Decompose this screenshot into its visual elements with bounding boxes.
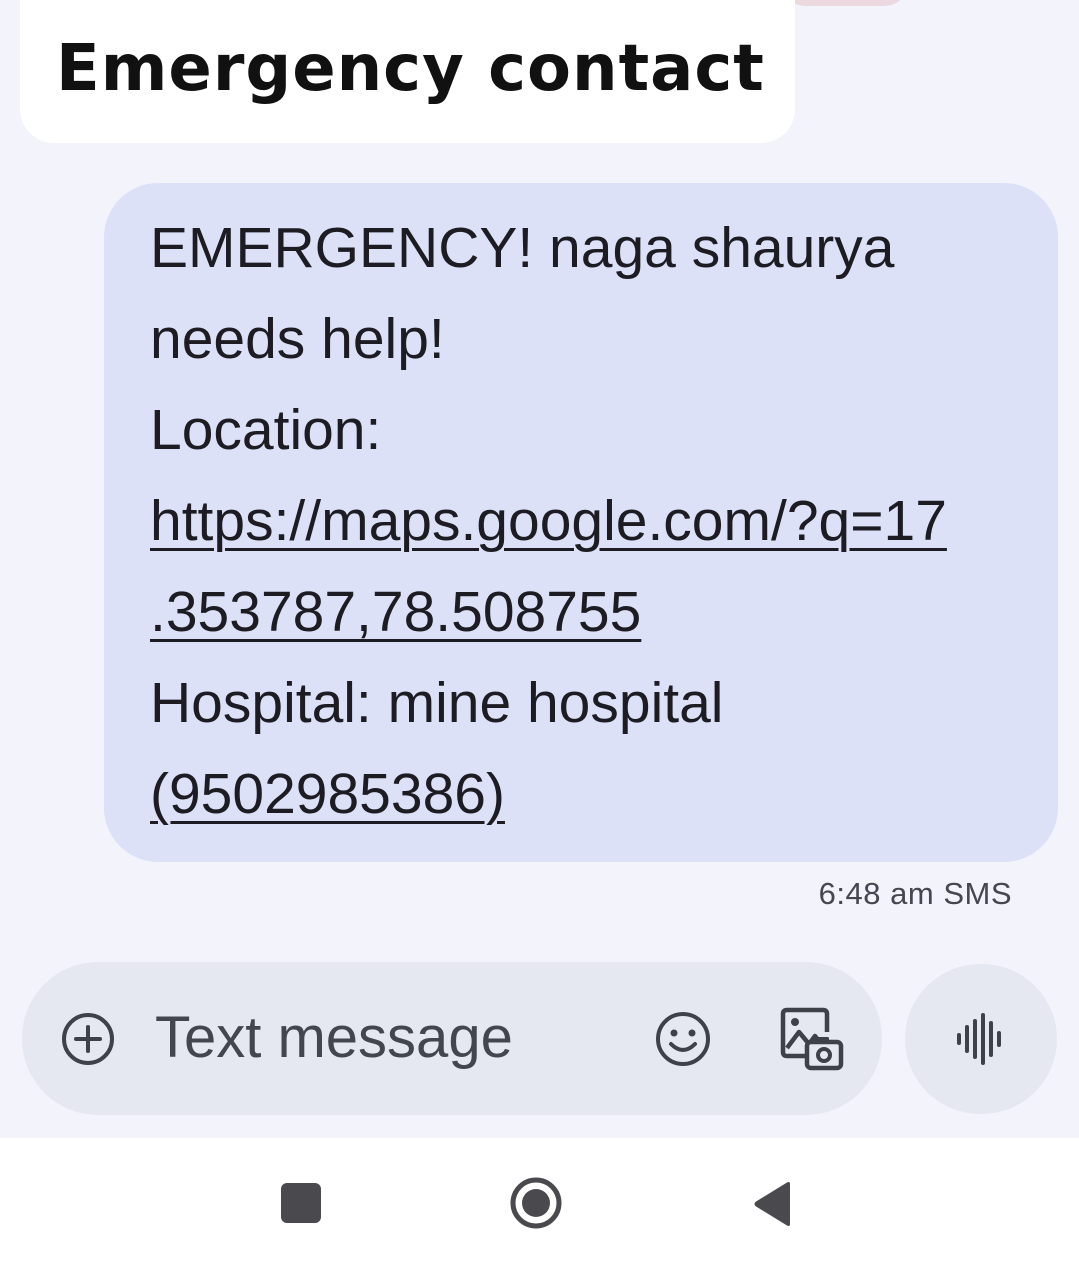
voice-button[interactable]: [905, 964, 1057, 1114]
top-edge-decoration: [780, 0, 910, 6]
gallery-icon[interactable]: [779, 1006, 845, 1072]
map-link-part-2[interactable]: .353787,78.508755: [150, 580, 641, 644]
plus-circle-icon[interactable]: [60, 1011, 116, 1067]
message-line-3: Location:: [150, 398, 382, 462]
caption-card: Emergency contact: [20, 0, 795, 143]
message-timestamp: 6:48 am: [818, 876, 935, 911]
hospital-line: Hospital: mine hospital: [150, 671, 724, 735]
message-channel: SMS: [943, 876, 1012, 911]
system-navbar: [0, 1138, 1079, 1268]
phone-link[interactable]: (9502985386): [150, 762, 505, 826]
text-message-input[interactable]: Text message: [155, 1002, 513, 1074]
message-line-1: EMERGENCY! naga shaurya: [150, 216, 895, 280]
message-meta: 6:48 am SMS: [819, 876, 1012, 912]
caption-title: Emergency contact: [56, 31, 765, 106]
compose-bar: Text message: [22, 962, 882, 1115]
home-icon[interactable]: [509, 1176, 563, 1230]
map-link-part-1[interactable]: https://maps.google.com/?q=17: [150, 489, 947, 553]
message-bubble[interactable]: EMERGENCY! naga shaurya needs help! Loca…: [104, 183, 1058, 862]
recent-apps-icon[interactable]: [281, 1183, 321, 1223]
emoji-icon[interactable]: [654, 1010, 712, 1068]
voice-waveform-icon: [957, 1013, 1001, 1065]
message-line-2: needs help!: [150, 307, 445, 371]
back-icon[interactable]: [752, 1180, 792, 1228]
